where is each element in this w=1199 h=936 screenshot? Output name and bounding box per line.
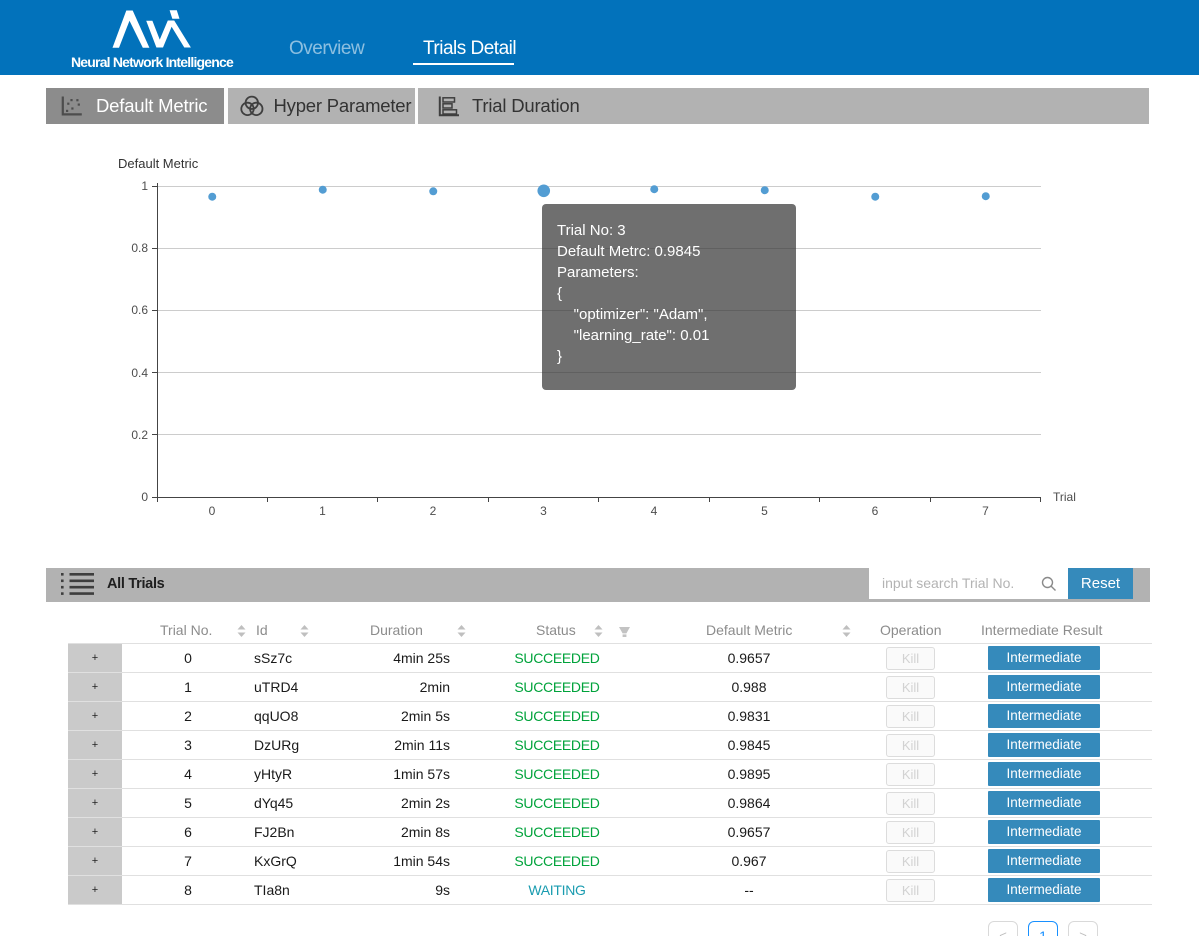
svg-text:3: 3 [540,504,547,518]
svg-text:0: 0 [141,490,148,504]
svg-text:4: 4 [651,504,658,518]
svg-text:1: 1 [141,179,148,193]
svg-text:1: 1 [319,504,326,518]
svg-text:5: 5 [761,504,768,518]
svg-text:7: 7 [982,504,989,518]
svg-text:0.8: 0.8 [131,241,148,255]
svg-text:0.4: 0.4 [131,366,148,380]
svg-text:0.6: 0.6 [131,303,148,317]
svg-text:0.2: 0.2 [131,428,148,442]
svg-text:Trial: Trial [1053,490,1076,504]
svg-text:6: 6 [872,504,879,518]
svg-text:0: 0 [209,504,216,518]
svg-text:Default Metric: Default Metric [118,156,199,171]
svg-text:2: 2 [430,504,437,518]
